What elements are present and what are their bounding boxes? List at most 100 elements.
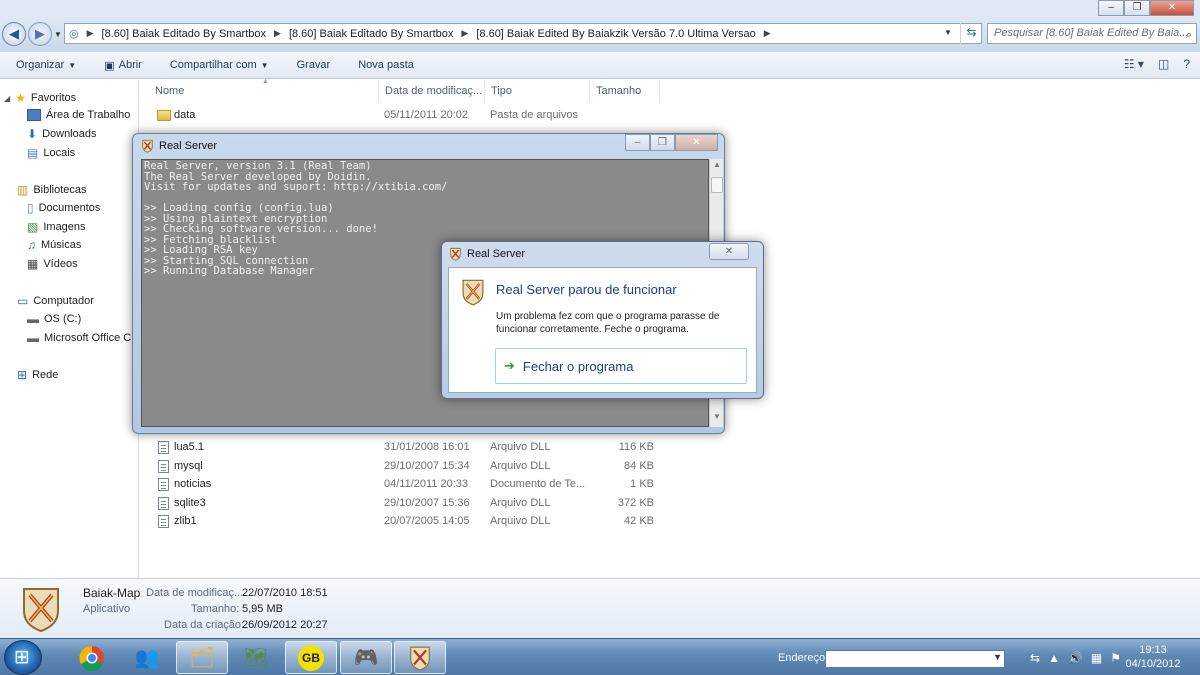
dialog-message: Um problema fez com que o programa paras…: [496, 311, 720, 335]
file-row[interactable]: data 05/11/2011 20:02 Pasta de arquivos: [155, 107, 665, 125]
share-button[interactable]: Compartilhar com ▼: [170, 59, 269, 71]
breadcrumb-separator-icon: ▶: [763, 28, 771, 38]
address-dropdown-icon[interactable]: ▼: [944, 28, 952, 37]
nav-videos[interactable]: ▦ Vídeos: [27, 257, 78, 271]
view-controls: ☷ ▾ ◫ ?: [1124, 57, 1190, 71]
clock-date: 04/10/2012: [1125, 658, 1181, 670]
places-icon: ▤: [27, 146, 39, 160]
taskbar-explorer[interactable]: 🗂: [176, 641, 228, 674]
column-label: Data de modificaç...: [385, 85, 483, 97]
system-tray: ⇆ ▲ 🔊 ▦ ⚑: [1030, 651, 1121, 665]
console-minimize-button[interactable]: –: [625, 134, 650, 151]
column-header-type[interactable]: Tipo: [485, 80, 590, 102]
taskbar-address-input[interactable]: ▼: [825, 650, 1005, 668]
console-close-button[interactable]: ✕: [675, 134, 718, 151]
taskbar-messenger[interactable]: 👥: [121, 641, 173, 674]
video-icon: ▦: [27, 257, 39, 271]
file-date: 20/07/2005 14:05: [384, 515, 470, 527]
recent-pages-dropdown-icon[interactable]: ▼: [54, 30, 62, 39]
burn-button[interactable]: Gravar: [297, 59, 331, 71]
volume-icon[interactable]: 🔊: [1068, 651, 1083, 665]
file-type: Arquivo DLL: [490, 497, 551, 509]
file-name: mysql: [174, 460, 203, 472]
nav-label: Área de Trabalho: [46, 109, 131, 121]
taskbar-remote-tool[interactable]: 🗺: [230, 641, 282, 674]
file-row[interactable]: zlib1 20/07/2005 14:05 Arquivo DLL 42 KB: [155, 513, 665, 531]
music-icon: ♫: [27, 238, 36, 252]
file-date: 31/01/2008 16:01: [384, 441, 470, 453]
error-dialog[interactable]: Real Server ✕ Real Server parou de funci…: [441, 241, 764, 399]
dialog-close-button[interactable]: ✕: [709, 243, 749, 260]
taskbar-real-server[interactable]: [394, 641, 446, 674]
file-row[interactable]: sqlite3 29/10/2007 15:36 Arquivo DLL 372…: [155, 495, 665, 513]
back-button[interactable]: ◀: [2, 22, 26, 46]
star-icon: ★: [15, 91, 26, 105]
close-program-button[interactable]: ➔ Fechar o programa: [495, 348, 747, 384]
search-icon: ⌕: [1185, 29, 1192, 41]
network-icon[interactable]: ▦: [1091, 651, 1102, 665]
burn-label: Gravar: [296, 59, 331, 71]
view-options-icon[interactable]: ☷ ▾: [1124, 57, 1144, 71]
organize-button[interactable]: Organizar ▼: [16, 59, 76, 71]
close-button[interactable]: ✕: [1150, 0, 1194, 16]
help-icon[interactable]: ?: [1183, 57, 1190, 71]
column-label: Tamanho: [596, 85, 642, 97]
column-header-date[interactable]: Data de modificaç...: [379, 80, 485, 102]
scroll-thumb[interactable]: [711, 177, 723, 193]
search-input[interactable]: Pesquisar [8.60] Baiak Edited By Baia...…: [987, 23, 1197, 44]
file-type: Arquivo DLL: [490, 460, 551, 472]
file-row[interactable]: noticias 04/11/2011 20:33 Documento de T…: [155, 476, 665, 494]
taskbar-game-client[interactable]: 🎮: [340, 641, 392, 674]
messenger-icon: 👥: [134, 647, 160, 669]
nav-os-c[interactable]: ▬ OS (C:): [27, 312, 81, 326]
minimize-button[interactable]: –: [1098, 0, 1124, 16]
maximize-button[interactable]: ❐: [1124, 0, 1150, 16]
scroll-up-icon[interactable]: ▲: [711, 160, 723, 174]
breadcrumb-2[interactable]: [8.60] Baiak Editado By Smartbox: [289, 28, 453, 40]
scroll-down-icon[interactable]: ▼: [711, 412, 723, 426]
file-size: 84 KB: [624, 460, 654, 472]
file-row[interactable]: lua5.1 31/01/2008 16:01 Arquivo DLL 116 …: [155, 439, 665, 457]
preview-pane-icon[interactable]: ◫: [1158, 57, 1169, 71]
taskbar-address-label: Endereço: [778, 652, 826, 664]
refresh-button[interactable]: ⇆: [960, 23, 982, 44]
breadcrumb-3[interactable]: [8.60] Baiak Edited By Baiakzik Versão 7…: [476, 28, 755, 40]
nav-network[interactable]: ⊞ Rede: [17, 368, 58, 382]
details-size-label: Tamanho:: [191, 603, 240, 615]
chevron-down-icon: ▼: [68, 60, 77, 70]
nav-music[interactable]: ♫ Músicas: [27, 238, 81, 252]
new-folder-button[interactable]: Nova pasta: [358, 59, 414, 71]
nav-libraries[interactable]: ▥ Bibliotecas: [17, 183, 87, 197]
start-button[interactable]: [4, 640, 42, 675]
real-server-icon: [450, 247, 461, 261]
breadcrumb-1[interactable]: [8.60] Baiak Editado By Smartbox: [102, 28, 266, 40]
nav-computer[interactable]: ▭ Computador: [17, 294, 94, 308]
taskbar-chrome[interactable]: [66, 641, 118, 674]
taskbar-gb-app[interactable]: GB: [285, 641, 337, 674]
nav-images[interactable]: ▧ Imagens: [27, 220, 86, 234]
nav-downloads[interactable]: ⬇ Downloads: [27, 127, 96, 141]
details-size-value: 5,95 MB: [242, 603, 283, 615]
clock[interactable]: 19:13 04/10/2012: [1118, 643, 1188, 671]
address-box[interactable]: ◎ ▶ [8.60] Baiak Editado By Smartbox ▶ […: [64, 23, 982, 44]
file-row[interactable]: mysql 29/10/2007 15:34 Arquivo DLL 84 KB: [155, 458, 665, 476]
nav-favorites[interactable]: ◢ ★ Favoritos: [4, 91, 76, 105]
app-window-icon: ▣: [104, 59, 115, 72]
breadcrumb-separator-icon: ▶: [86, 28, 94, 38]
chrome-icon: [79, 645, 104, 671]
location-icon: ◎: [69, 28, 79, 40]
console-maximize-button[interactable]: ❐: [650, 134, 675, 151]
details-modified-label: Data de modificaç...: [146, 587, 244, 599]
download-icon: ⬇: [27, 127, 38, 141]
nav-office[interactable]: ▬ Microsoft Office Cl: [27, 331, 134, 345]
nav-places[interactable]: ▤ Locais: [27, 146, 75, 160]
forward-button[interactable]: ▶: [28, 22, 52, 46]
navigation-pane: ◢ ★ Favoritos Área de Trabalho ⬇ Downloads …: [0, 80, 139, 578]
refresh-icon[interactable]: ⇆: [1030, 651, 1040, 665]
column-header-size[interactable]: Tamanho: [590, 80, 660, 102]
nav-label: Vídeos: [43, 258, 78, 270]
tray-expand-icon[interactable]: ▲: [1048, 651, 1060, 665]
nav-documents[interactable]: ▯ Documentos: [27, 201, 100, 215]
nav-desktop[interactable]: Área de Trabalho: [27, 109, 130, 121]
open-button[interactable]: ▣ Abrir: [104, 59, 142, 72]
